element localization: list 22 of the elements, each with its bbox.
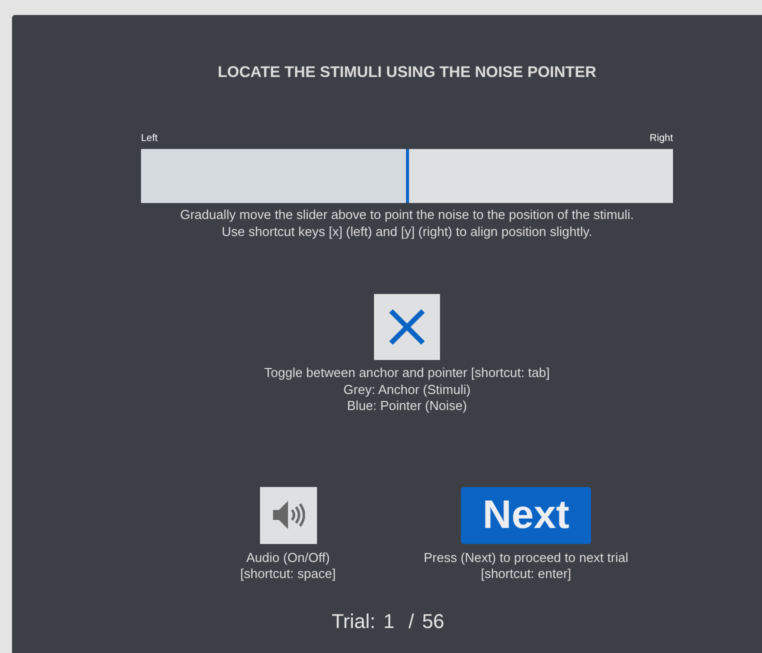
instruction-text: Grey: Anchor (Stimuli) — [343, 382, 471, 398]
slider-thumb[interactable] — [406, 149, 409, 203]
trial-current: 1 — [383, 610, 394, 634]
trial-separator: / — [408, 610, 414, 634]
audio-button[interactable] — [260, 486, 316, 544]
toggle-button[interactable] — [374, 294, 440, 360]
next-hint-text: [shortcut: enter] — [480, 566, 572, 582]
trial-label: Trial: — [332, 610, 376, 634]
close-icon — [388, 308, 426, 346]
slider-track[interactable] — [141, 149, 673, 203]
slider-left-label: Left — [141, 133, 158, 145]
instruction-text: Gradually move the slider above to point the noise to the position of the stimuli. — [180, 207, 634, 224]
page-title: LOCATE THE STIMULI USING THE NOISE POINTER — [216, 63, 598, 83]
next-hint-text: Press (Next) to proceed to next trial — [424, 550, 628, 566]
audio-hint-text: Audio (On/Off) — [246, 550, 330, 566]
instruction-text: Toggle between anchor and pointer [shortcut: tab] — [264, 365, 550, 382]
trial-total: 56 — [422, 610, 444, 634]
instruction-text: Blue: Pointer (Noise) — [347, 398, 467, 414]
slider-right-label: Right — [650, 133, 673, 145]
instruction-text: Use shortcut keys [x] (left) and [y] (right) to align position slightly. — [222, 224, 592, 240]
audio-hint-text: [shortcut: space] — [240, 566, 336, 582]
next-button[interactable]: Next — [461, 486, 591, 544]
